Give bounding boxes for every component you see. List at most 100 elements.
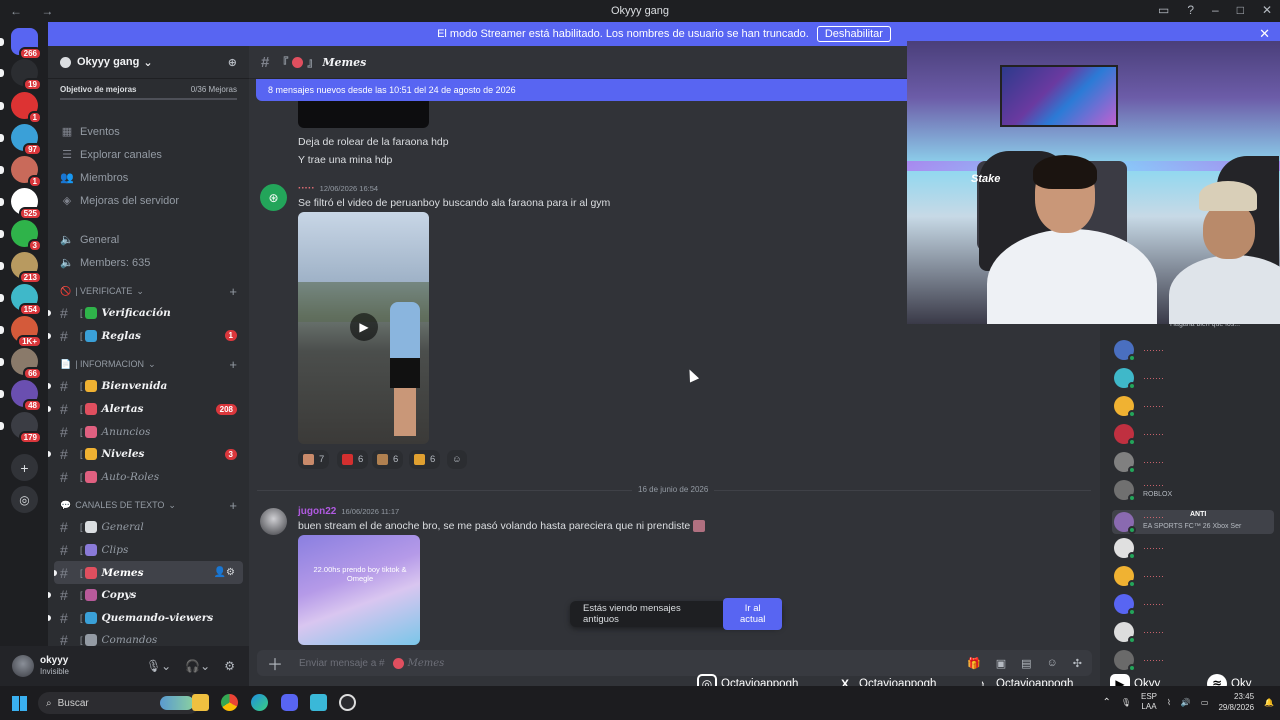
avatar[interactable] [260, 508, 287, 535]
video-attachment[interactable]: ▶ [298, 212, 429, 444]
channel-general[interactable]: # [General [48, 516, 249, 539]
message-image[interactable]: 22.00hs prendo boy tiktok & Omegle [298, 535, 420, 645]
gift-icon[interactable]: 🎁 [967, 657, 981, 670]
maximize-button[interactable]: □ [1237, 3, 1244, 17]
member-item[interactable]: ······· ROBLOX [1114, 480, 1172, 502]
server-icon[interactable]: 97 [11, 124, 42, 156]
member-item[interactable]: ······· [1114, 424, 1164, 446]
channel-anuncios[interactable]: # [Anuncios [48, 420, 249, 443]
emoji-picker-icon[interactable]: ☺ [1047, 657, 1058, 670]
boost-goal[interactable]: Objetivo de mejoras 0/36 Mejoras [48, 85, 249, 94]
invite-icon[interactable]: ⊕ [228, 56, 237, 69]
disable-streamer-button[interactable]: Deshabilitar [816, 26, 891, 42]
channel-category[interactable]: 🚫 | VERIFICATE ⌄ + [48, 280, 249, 302]
message-image[interactable] [298, 101, 429, 128]
chevron-up-icon[interactable]: ⌃ [1102, 697, 1110, 708]
server-icon[interactable]: 48 [11, 380, 42, 412]
server-header[interactable]: Okyyy gang ⌄ ⊕ [48, 46, 249, 79]
channel-category[interactable]: 💬 CANALES DE TEXTO ⌄ + [48, 494, 249, 516]
inbox-icon[interactable]: ▭ [1158, 3, 1169, 17]
member-item[interactable]: ······· [1114, 594, 1164, 616]
sidebar-item-mejoras-del-servidor[interactable]: ◈ Mejoras del servidor [48, 189, 249, 212]
channel-quemando-viewers[interactable]: # [Quemando-viewers [48, 607, 249, 630]
voice-channel[interactable]: 🔈 Members: 635 [48, 251, 249, 274]
battery-icon[interactable]: ▭ [1201, 698, 1209, 707]
channel-verificación[interactable]: # [Verificación [48, 302, 249, 325]
server-icon[interactable]: 266 [11, 28, 42, 60]
play-icon[interactable]: ▶ [350, 313, 378, 341]
reaction[interactable]: 7 [298, 450, 330, 469]
language-indicator[interactable]: ESP LAA [1141, 692, 1157, 712]
server-icon[interactable]: 66 [11, 348, 42, 380]
user-info[interactable]: okyyy Invisible [40, 655, 69, 677]
member-item[interactable]: ······· [1114, 396, 1164, 418]
obs-icon[interactable] [339, 694, 356, 711]
apps-icon[interactable]: ✣ [1073, 657, 1082, 670]
reaction[interactable]: 6 [372, 450, 404, 469]
taskbar-search[interactable]: ⌕ Buscar [38, 692, 200, 714]
avatar[interactable]: ⊛ [260, 184, 287, 211]
channel-category[interactable]: 📄 | INFORMACION ⌄ + [48, 353, 249, 375]
add-channel-icon[interactable]: + [229, 284, 237, 299]
microphone-icon[interactable]: 🎙⌄ [146, 659, 171, 673]
nav-arrows[interactable]: ← → [10, 4, 61, 18]
server-icon[interactable]: 1 [11, 92, 42, 124]
close-button[interactable]: ✕ [1262, 3, 1272, 17]
sidebar-item-miembros[interactable]: 👥 Miembros [48, 166, 249, 189]
gear-icon[interactable]: ⚙ [224, 659, 235, 673]
sidebar-item-explorar-canales[interactable]: ☰ Explorar canales [48, 143, 249, 166]
channel-clips[interactable]: # [Clips [48, 539, 249, 562]
headphones-icon[interactable]: 🎧⌄ [185, 659, 210, 673]
server-icon[interactable]: 213 [11, 252, 42, 284]
wifi-icon[interactable]: ⌇ [1167, 698, 1171, 707]
channel-memes[interactable]: # [Memes 👤⚙ [54, 561, 243, 584]
add-channel-icon[interactable]: + [229, 357, 237, 372]
notepad-icon[interactable] [310, 694, 327, 711]
sticker-icon[interactable]: ▤ [1021, 657, 1031, 670]
close-icon[interactable]: ✕ [1259, 26, 1270, 42]
message-author[interactable]: ····· 12/06/2026 16:54 [298, 183, 378, 194]
add-attachment-icon[interactable]: ＋ [267, 651, 283, 675]
server-icon[interactable]: 525 [11, 188, 42, 220]
member-item[interactable]: ······· [1114, 538, 1164, 560]
channel-reglas[interactable]: # [Reglas 1 [48, 325, 249, 348]
notifications-icon[interactable]: 🔔 [1264, 698, 1274, 707]
clock[interactable]: 23:45 29/8/2026 [1218, 691, 1254, 713]
avatar[interactable] [12, 655, 34, 677]
server-icon[interactable]: 19 [11, 59, 42, 91]
discord-taskbar-icon[interactable] [281, 694, 298, 711]
server-icon[interactable]: 1 [11, 156, 42, 188]
member-item[interactable]: ······· [1114, 566, 1164, 588]
channel-actions[interactable]: 👤⚙ [214, 567, 235, 578]
file-explorer-icon[interactable] [192, 694, 209, 711]
channel-auto-roles[interactable]: # [Auto-Roles [48, 466, 249, 489]
channel-copys[interactable]: # [Copys [48, 584, 249, 607]
member-item[interactable]: ······· [1114, 368, 1164, 390]
mic-tray-icon[interactable]: 🎙 [1121, 698, 1131, 707]
reaction[interactable]: 6 [337, 450, 369, 469]
add-server-icon[interactable]: + [11, 454, 38, 481]
volume-icon[interactable]: 🔊 [1181, 698, 1191, 707]
minimize-button[interactable]: – [1212, 3, 1219, 17]
edge-icon[interactable] [251, 694, 268, 711]
member-item[interactable]: ······· [1114, 452, 1164, 474]
server-icon[interactable]: 179 [11, 412, 42, 444]
member-item[interactable]: ······· [1114, 650, 1164, 672]
sidebar-item-eventos[interactable]: ▦ Eventos [48, 120, 249, 143]
gif-icon[interactable]: ▣ [996, 657, 1006, 670]
server-icon[interactable]: 1K+ [11, 316, 42, 348]
channel-niveles[interactable]: # [Niveles 3 [48, 443, 249, 466]
server-icon[interactable]: 3 [11, 220, 42, 252]
windows-start-icon[interactable] [12, 696, 27, 711]
server-icon[interactable]: 154 [11, 284, 42, 316]
channel-bienvenida[interactable]: # [Bienvenida [48, 375, 249, 398]
member-item[interactable]: ······· [1114, 622, 1164, 644]
chrome-icon[interactable] [221, 694, 238, 711]
message-author[interactable]: jugon22 16/06/2026 11:17 [298, 506, 399, 517]
member-item[interactable]: ······· EA SPORTS FC™ 26 Xbox Ser ANTI [1112, 510, 1274, 534]
voice-channel[interactable]: 🔈 General [48, 228, 249, 251]
add-reaction-icon[interactable]: ☺ [447, 450, 467, 469]
add-channel-icon[interactable]: + [229, 498, 237, 513]
jump-to-present-button[interactable]: Ir al actual [723, 598, 782, 630]
discover-icon[interactable]: ◎ [11, 486, 38, 513]
